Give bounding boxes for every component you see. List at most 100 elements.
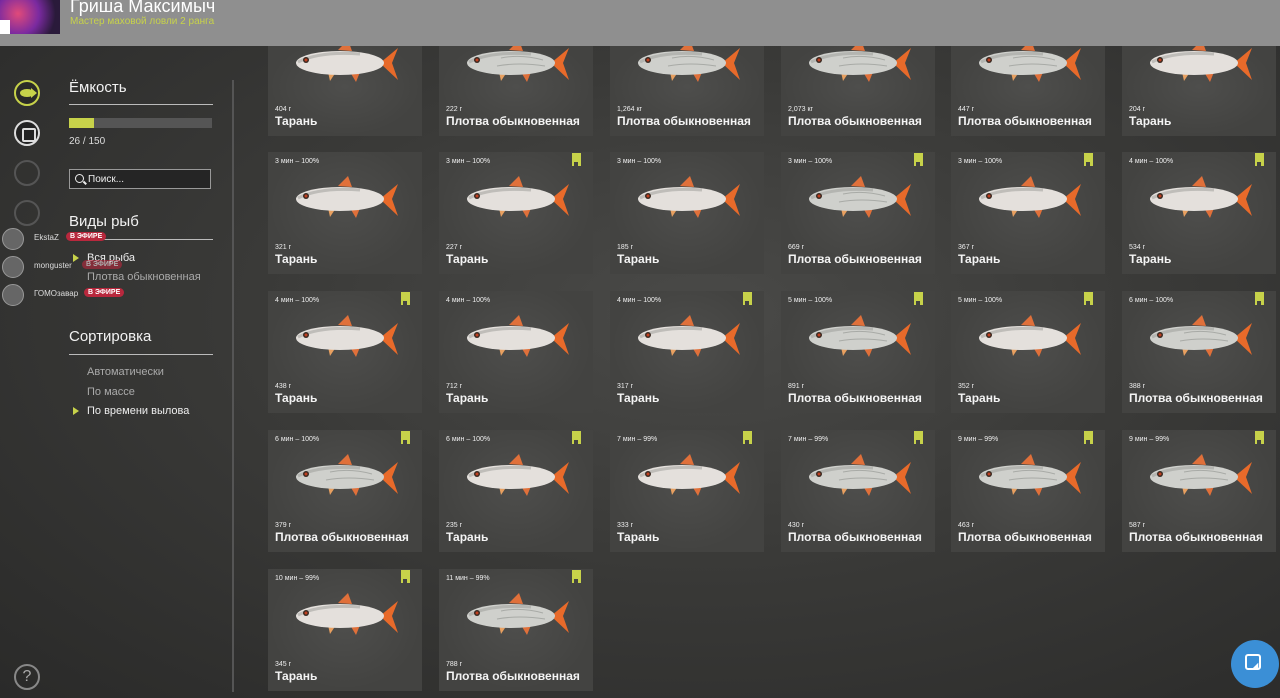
fish-image xyxy=(809,315,911,357)
fish-card[interactable]: 447 г Плотва обыкновенная xyxy=(951,46,1105,136)
catch-time: 3 мин – 100% xyxy=(958,158,1003,165)
live-badge: В ЭФИРЕ xyxy=(84,288,125,297)
fish-image xyxy=(809,454,911,496)
catch-time: 11 мин – 99% xyxy=(446,575,490,582)
fish-card[interactable]: 5 мин – 100% 352 г Тарань xyxy=(951,291,1105,413)
fish-weight: 891 г xyxy=(788,383,805,390)
bookmark-icon[interactable] xyxy=(1084,292,1093,305)
fish-card[interactable]: 4 мин – 100% 317 г Тарань xyxy=(610,291,764,413)
catch-time: 6 мин – 100% xyxy=(1129,297,1174,304)
fish-image xyxy=(1150,315,1252,357)
fish-image xyxy=(809,46,911,82)
fish-card[interactable]: 5 мин – 100% 891 г Плотва обыкновенная xyxy=(781,291,935,413)
bookmark-icon[interactable] xyxy=(743,292,752,305)
fish-name: Плотва обыкновенная xyxy=(446,669,580,683)
fish-card[interactable]: 7 мин – 99% 430 г Плотва обыкновенная xyxy=(781,430,935,552)
fish-weight: 185 г xyxy=(617,244,634,251)
fish-icon[interactable] xyxy=(14,80,40,106)
fish-image xyxy=(467,593,569,635)
search-field[interactable] xyxy=(69,169,211,189)
fish-image xyxy=(296,315,398,357)
user-avatar[interactable] xyxy=(0,0,60,34)
fish-card[interactable]: 404 г Тарань xyxy=(268,46,422,136)
top-bar: Гриша Максимыч Мастер маховой ловли 2 ра… xyxy=(0,0,1280,46)
sort-mass[interactable]: По массе xyxy=(87,386,135,398)
rank-icon[interactable] xyxy=(14,160,40,186)
fish-image xyxy=(1150,454,1252,496)
fish-name: Тарань xyxy=(275,252,318,266)
bookmark-icon[interactable] xyxy=(914,153,923,166)
fish-card[interactable]: 6 мин – 100% 388 г Плотва обыкновенная xyxy=(1122,291,1276,413)
capacity-bar xyxy=(69,118,212,128)
keepnet-icon[interactable] xyxy=(14,120,40,146)
fish-name: Тарань xyxy=(617,252,660,266)
fish-name: Тарань xyxy=(446,391,489,405)
fish-weight: 1,264 кг xyxy=(617,106,643,113)
catch-time: 3 мин – 100% xyxy=(788,158,833,165)
catch-time: 7 мин – 99% xyxy=(788,436,829,443)
fish-card[interactable]: 4 мин – 100% 712 г Тарань xyxy=(439,291,593,413)
fish-card[interactable]: 3 мин – 100% 367 г Тарань xyxy=(951,152,1105,274)
flag-icon xyxy=(0,20,10,34)
assist-button[interactable] xyxy=(1231,640,1279,688)
catch-time: 3 мин – 100% xyxy=(446,158,491,165)
fish-card[interactable]: 3 мин – 100% 669 г Плотва обыкновенная xyxy=(781,152,935,274)
sort-title: Сортировка xyxy=(69,328,152,345)
catch-time: 3 мин – 100% xyxy=(275,158,320,165)
fish-name: Тарань xyxy=(275,391,318,405)
fish-card[interactable]: 9 мин – 99% 587 г Плотва обыкновенная xyxy=(1122,430,1276,552)
catch-time: 3 мин – 100% xyxy=(617,158,662,165)
bookmark-icon[interactable] xyxy=(1084,153,1093,166)
fish-card[interactable]: 4 мин – 100% 438 г Тарань xyxy=(268,291,422,413)
bookmark-icon[interactable] xyxy=(914,292,923,305)
fish-name: Тарань xyxy=(446,530,489,544)
streamer-avatar xyxy=(2,284,24,306)
sort-label: Автоматически xyxy=(87,366,164,378)
fish-weight: 204 г xyxy=(1129,106,1146,113)
fish-card[interactable]: 10 мин – 99% 345 г Тарань xyxy=(268,569,422,691)
fish-name: Тарань xyxy=(958,252,1001,266)
fish-card[interactable]: 11 мин – 99% 788 г Плотва обыкновенная xyxy=(439,569,593,691)
fish-card[interactable]: 9 мин – 99% 463 г Плотва обыкновенная xyxy=(951,430,1105,552)
home-icon[interactable] xyxy=(14,200,40,226)
fish-card[interactable]: 6 мин – 100% 235 г Тарань xyxy=(439,430,593,552)
bookmark-icon[interactable] xyxy=(401,570,410,583)
bookmark-icon[interactable] xyxy=(1255,431,1264,444)
bookmark-icon[interactable] xyxy=(1084,431,1093,444)
fish-card[interactable]: 3 мин – 100% 321 г Тарань xyxy=(268,152,422,274)
species-roach[interactable]: Плотва обыкновенная xyxy=(87,271,201,283)
fish-card[interactable]: 1,264 кг Плотва обыкновенная xyxy=(610,46,764,136)
divider xyxy=(69,354,213,355)
search-input[interactable] xyxy=(88,172,206,186)
bookmark-icon[interactable] xyxy=(572,153,581,166)
bookmark-icon[interactable] xyxy=(743,431,752,444)
fish-weight: 2,073 кг xyxy=(788,106,814,113)
fish-card[interactable]: 2,073 кг Плотва обыкновенная xyxy=(781,46,935,136)
fish-card[interactable]: 222 г Плотва обыкновенная xyxy=(439,46,593,136)
fish-image xyxy=(296,46,398,82)
fish-weight: 788 г xyxy=(446,661,463,668)
bookmark-icon[interactable] xyxy=(1255,153,1264,166)
bookmark-icon[interactable] xyxy=(401,431,410,444)
fish-card[interactable]: 7 мин – 99% 333 г Тарань xyxy=(610,430,764,552)
bookmark-icon[interactable] xyxy=(572,570,581,583)
fish-card[interactable]: 204 г Тарань xyxy=(1122,46,1276,136)
bookmark-icon[interactable] xyxy=(401,292,410,305)
fish-card[interactable]: 3 мин – 100% 227 г Тарань xyxy=(439,152,593,274)
fish-weight: 367 г xyxy=(958,244,975,251)
species-title: Виды рыб xyxy=(69,213,139,230)
selected-triangle-icon xyxy=(73,254,79,262)
sort-time[interactable]: По времени вылова xyxy=(73,405,189,417)
catch-time: 7 мин – 99% xyxy=(617,436,658,443)
bookmark-icon[interactable] xyxy=(1255,292,1264,305)
fish-card[interactable]: 6 мин – 100% 379 г Плотва обыкновенная xyxy=(268,430,422,552)
fish-card[interactable]: 3 мин – 100% 185 г Тарань xyxy=(610,152,764,274)
bookmark-icon[interactable] xyxy=(572,431,581,444)
help-icon[interactable]: ? xyxy=(14,664,40,690)
fish-image xyxy=(638,315,740,357)
fish-name: Тарань xyxy=(1129,114,1172,128)
fish-weight: 317 г xyxy=(617,383,634,390)
bookmark-icon[interactable] xyxy=(914,431,923,444)
fish-card[interactable]: 4 мин – 100% 534 г Тарань xyxy=(1122,152,1276,274)
sort-auto[interactable]: Автоматически xyxy=(87,366,164,378)
